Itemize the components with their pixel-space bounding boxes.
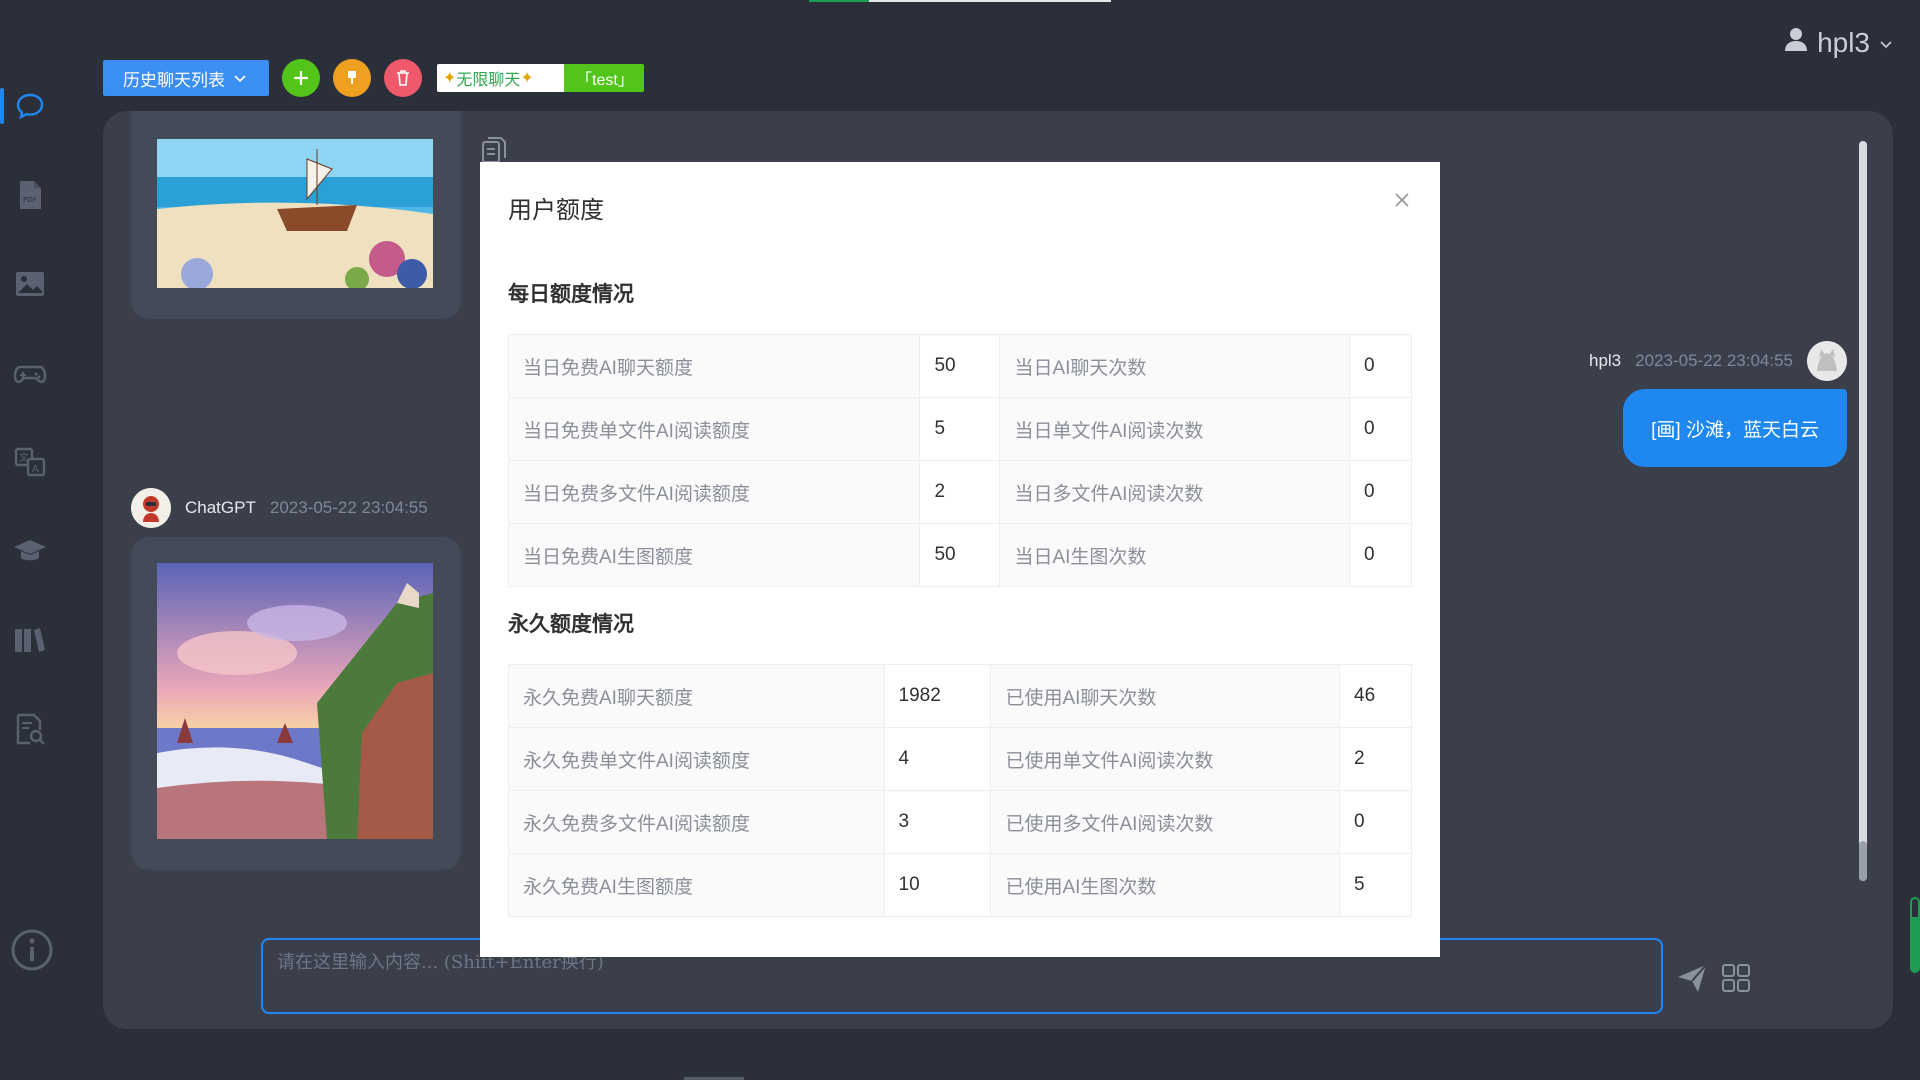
usage-value: 2 [1339,727,1412,791]
usage-value: 0 [1339,790,1412,854]
quota-value: 10 [883,853,992,917]
table-row: 当日免费单文件AI阅读额度 5 当日单文件AI阅读次数 0 [507,397,1412,461]
table-row: 永久免费多文件AI阅读额度 3 已使用多文件AI阅读次数 0 [508,790,1412,854]
usage-label: 已使用AI聊天次数 [990,664,1340,728]
table-row: 永久免费单文件AI阅读额度 4 已使用单文件AI阅读次数 2 [508,727,1412,791]
quota-label: 当日免费单文件AI阅读额度 [507,397,921,461]
permanent-quota-table: 永久免费AI聊天额度 1982 已使用AI聊天次数 46 永久免费单文件AI阅读额度 4 已… [508,664,1412,917]
table-row: 当日免费多文件AI阅读额度 2 当日多文件AI阅读次数 0 [507,460,1412,524]
usage-label: 当日多文件AI阅读次数 [999,460,1351,524]
quota-value: 50 [919,523,1001,587]
usage-label: 当日AI生图次数 [999,523,1351,587]
quota-label: 永久免费AI聊天额度 [508,664,885,728]
quota-dialog: 用户额度 每日额度情况 当日免费AI聊天额度 50 当日AI聊天次数 0 当日免费单文件… [480,162,1440,957]
usage-value: 0 [1349,523,1412,587]
table-row: 当日免费AI聊天额度 50 当日AI聊天次数 0 [507,334,1412,398]
daily-quota-table: 当日免费AI聊天额度 50 当日AI聊天次数 0 当日免费单文件AI阅读额度 5 当日单文件… [507,334,1412,587]
table-row: 永久免费AI聊天额度 1982 已使用AI聊天次数 46 [508,664,1412,728]
quota-label: 永久免费多文件AI阅读额度 [508,790,885,854]
close-icon[interactable] [1392,190,1412,210]
usage-label: 当日AI聊天次数 [999,334,1351,398]
usage-label: 已使用多文件AI阅读次数 [990,790,1340,854]
usage-value: 46 [1339,664,1412,728]
quota-value: 2 [919,460,1001,524]
table-row: 永久免费AI生图额度 10 已使用AI生图次数 5 [508,853,1412,917]
quota-label: 当日免费AI生图额度 [507,523,921,587]
usage-label: 已使用单文件AI阅读次数 [990,727,1340,791]
usage-value: 5 [1339,853,1412,917]
quota-label: 当日免费AI聊天额度 [507,334,921,398]
quota-value: 4 [883,727,992,791]
quota-label: 永久免费单文件AI阅读额度 [508,727,885,791]
permanent-quota-title: 永久额度情况 [508,613,634,636]
dialog-title: 用户额度 [508,197,604,224]
quota-value: 5 [919,397,1001,461]
usage-value: 0 [1349,460,1412,524]
quota-value: 3 [883,790,992,854]
quota-value: 50 [919,334,1001,398]
usage-value: 0 [1349,334,1412,398]
quota-label: 永久免费AI生图额度 [508,853,885,917]
table-row: 当日免费AI生图额度 50 当日AI生图次数 0 [507,523,1412,587]
usage-value: 0 [1349,397,1412,461]
quota-label: 当日免费多文件AI阅读额度 [507,460,921,524]
quota-value: 1982 [883,664,992,728]
usage-label: 当日单文件AI阅读次数 [999,397,1351,461]
usage-label: 已使用AI生图次数 [990,853,1340,917]
daily-quota-title: 每日额度情况 [508,283,634,306]
